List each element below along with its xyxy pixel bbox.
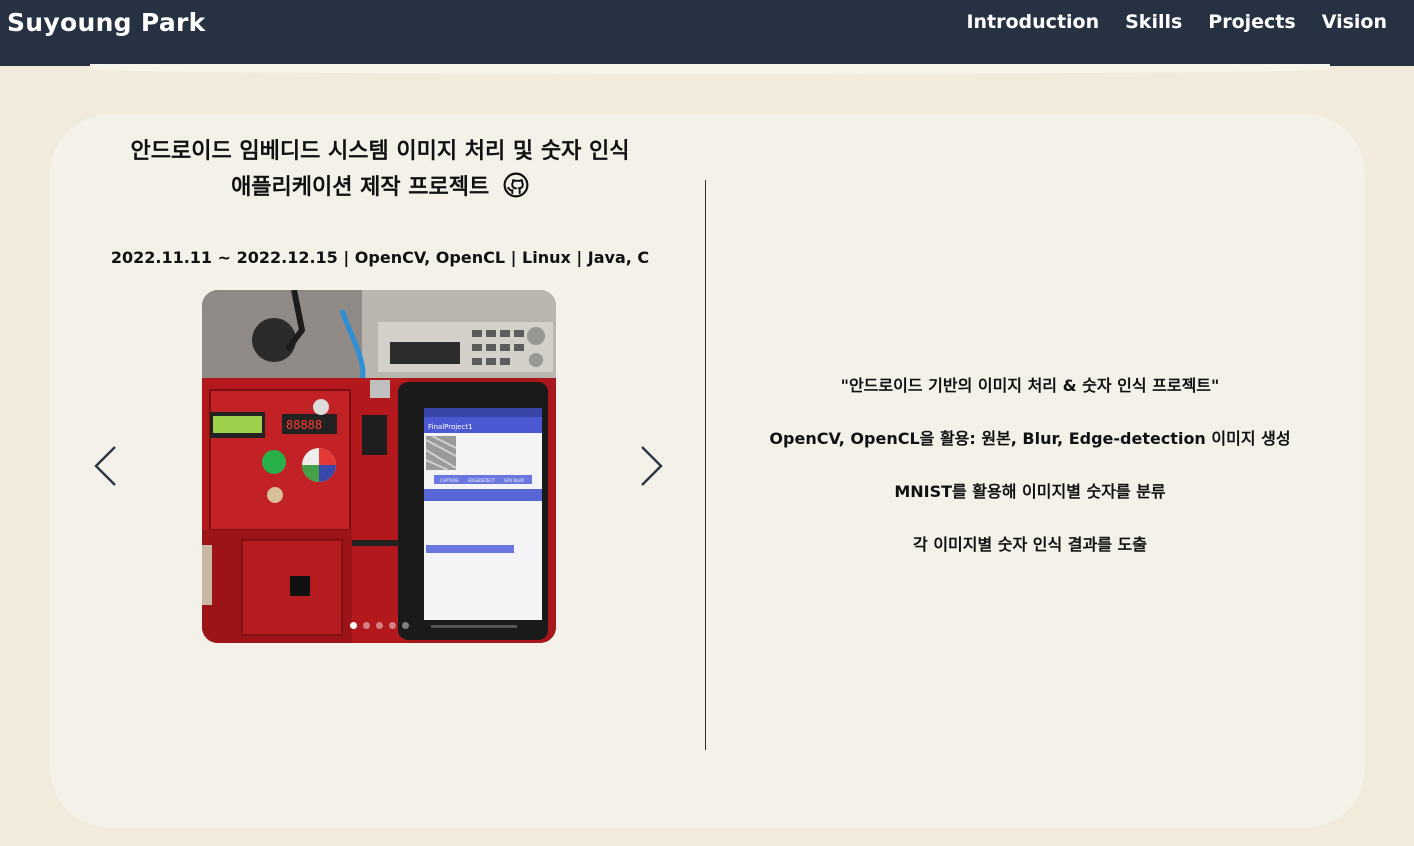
carousel-dots — [202, 622, 556, 629]
chevron-right-icon — [641, 446, 663, 486]
nav-projects[interactable]: Projects — [1208, 11, 1295, 33]
carousel-next-button[interactable] — [636, 444, 666, 488]
carousel-dot[interactable] — [401, 622, 409, 629]
project-description: "안드로이드 기반의 이미지 처리 & 숫자 인식 프로젝트" OpenCV, … — [710, 376, 1350, 588]
photo-screen-title: FinalProject1 — [428, 423, 473, 431]
svg-text:88888: 88888 — [286, 418, 322, 432]
github-icon[interactable] — [503, 172, 529, 210]
nav-skills[interactable]: Skills — [1125, 11, 1182, 33]
project-title-line2: 애플리케이션 제작 프로젝트 — [231, 175, 490, 200]
project-card: 안드로이드 임베디드 시스템 이미지 처리 및 숫자 인식 애플리케이션 제작 … — [50, 114, 1365, 828]
description-line: MNIST를 활용해 이미지별 숫자를 분류 — [894, 482, 1166, 501]
nav-vision[interactable]: Vision — [1322, 11, 1387, 33]
project-meta: 2022.11.11 ~ 2022.12.15 | OpenCV, OpenCL… — [110, 248, 650, 267]
carousel-dot[interactable] — [349, 622, 357, 629]
carousel-dot[interactable] — [375, 622, 383, 629]
chevron-left-icon — [94, 446, 116, 486]
photo-button-2: EDGEDETECT — [468, 478, 496, 483]
nav-introduction[interactable]: Introduction — [966, 11, 1099, 33]
carousel-dot[interactable] — [388, 622, 396, 629]
site-brand[interactable]: Suyoung Park — [7, 8, 206, 37]
description-line: "안드로이드 기반의 이미지 처리 & 숫자 인식 프로젝트" — [840, 376, 1220, 395]
carousel-dot[interactable] — [362, 622, 370, 629]
main-nav: Introduction Skills Projects Vision — [966, 11, 1387, 33]
project-title: 안드로이드 임베디드 시스템 이미지 처리 및 숫자 인식 애플리케이션 제작 … — [130, 134, 630, 210]
embedded-board-photo: 88888 FinalProject1 CAPTURE EDGEDETECT G… — [202, 290, 556, 643]
photo-button-1: CAPTURE — [440, 478, 459, 483]
top-navbar: Suyoung Park Introduction Skills Project… — [0, 0, 1414, 66]
carousel-prev-button[interactable] — [91, 444, 121, 488]
header-shadow — [90, 64, 1330, 74]
project-title-line1: 안드로이드 임베디드 시스템 이미지 처리 및 숫자 인식 — [130, 139, 630, 164]
project-image-carousel[interactable]: 88888 FinalProject1 CAPTURE EDGEDETECT G… — [202, 290, 556, 643]
column-divider — [705, 180, 706, 750]
description-line: 각 이미지별 숫자 인식 결과를 도출 — [913, 535, 1147, 554]
photo-button-3: GPU BLUR — [504, 478, 524, 483]
description-line: OpenCV, OpenCL을 활용: 원본, Blur, Edge-detec… — [769, 429, 1291, 448]
